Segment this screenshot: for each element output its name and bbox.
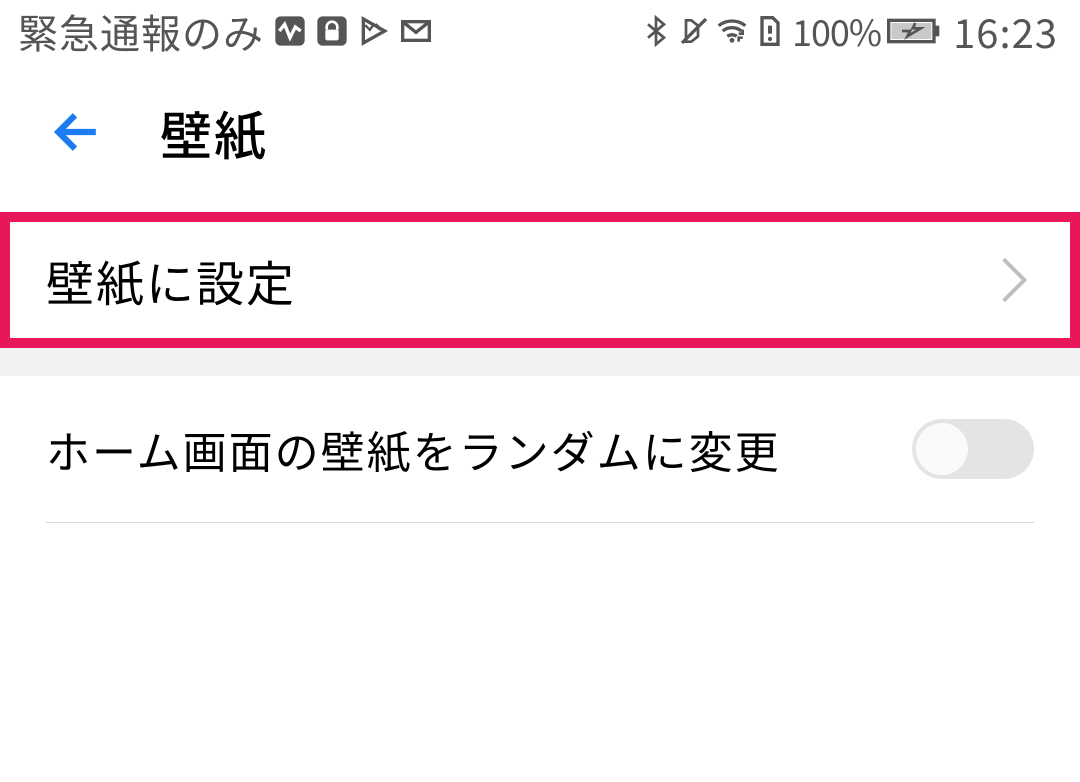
row-random-wallpaper: ホーム画面の壁紙をランダムに変更 xyxy=(0,376,1080,522)
mail-icon xyxy=(400,15,432,47)
lock-icon xyxy=(316,15,348,47)
random-wallpaper-toggle[interactable] xyxy=(912,419,1034,479)
header: 壁紙 xyxy=(0,62,1080,202)
chevron-right-icon xyxy=(998,264,1030,296)
bluetooth-icon xyxy=(640,15,672,47)
back-button[interactable] xyxy=(50,107,100,157)
page-title: 壁紙 xyxy=(160,95,268,170)
section-divider xyxy=(0,348,1080,376)
status-bar: 緊急通報のみ 100% 16:23 xyxy=(0,0,1080,62)
battery-percent: 100% xyxy=(792,5,881,57)
mute-icon xyxy=(678,15,710,47)
row-set-wallpaper-label: 壁紙に設定 xyxy=(46,245,296,315)
play-icon xyxy=(358,15,390,47)
toggle-knob xyxy=(916,423,968,475)
activity-icon xyxy=(274,15,306,47)
row-divider xyxy=(46,522,1034,523)
row-set-wallpaper[interactable]: 壁紙に設定 xyxy=(0,212,1080,348)
wifi-icon xyxy=(716,15,748,47)
carrier-text: 緊急通報のみ xyxy=(18,2,264,60)
battery-icon xyxy=(887,15,941,47)
status-left: 緊急通報のみ xyxy=(18,2,432,60)
clock: 16:23 xyxy=(953,2,1058,60)
status-right: 100% 16:23 xyxy=(640,2,1058,60)
row-random-wallpaper-label: ホーム画面の壁紙をランダムに変更 xyxy=(46,417,781,481)
sim-warning-icon xyxy=(754,15,786,47)
